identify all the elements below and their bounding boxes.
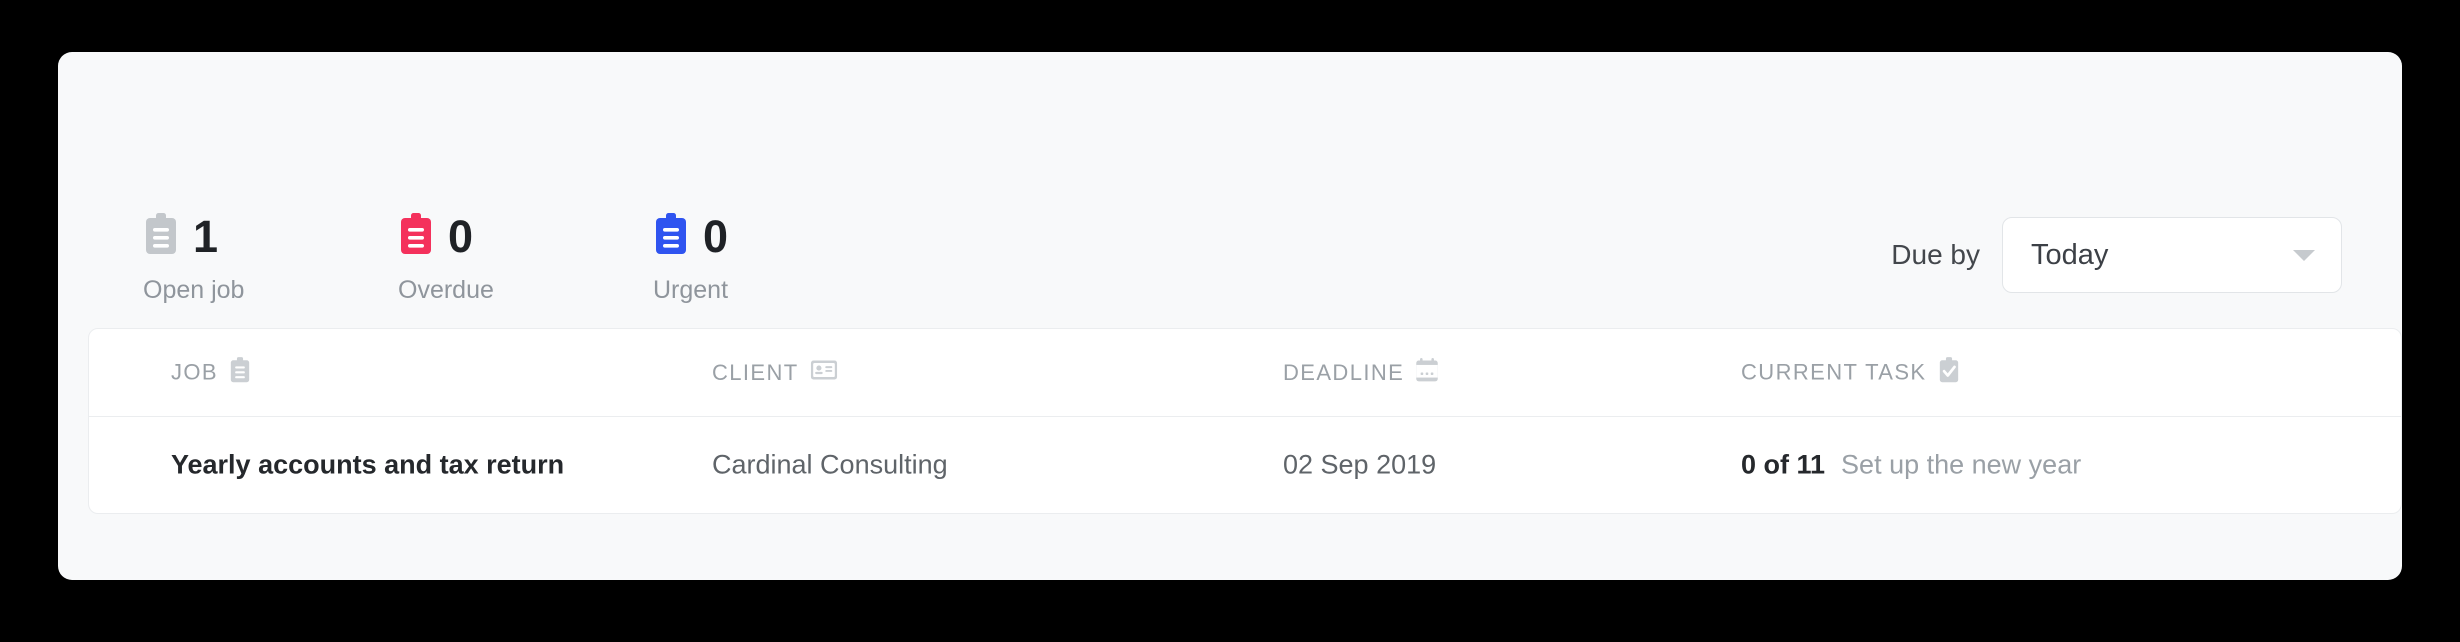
summary-bar: 1 Open job 0 Overdue 0 Urgent Due by Tod… <box>58 52 2402 320</box>
clipboard-icon <box>143 212 179 261</box>
column-header-deadline-label: DEADLINE <box>1283 359 1405 385</box>
stat-overdue-top: 0 <box>398 210 494 262</box>
column-header-job[interactable]: JOB <box>171 356 251 389</box>
stat-urgent: 0 Urgent <box>653 210 728 305</box>
stat-overdue-label: Overdue <box>398 276 494 304</box>
column-header-current-task-label: CURRENT TASK <box>1741 359 1927 385</box>
column-header-job-label: JOB <box>171 359 218 385</box>
column-header-deadline[interactable]: DEADLINE <box>1283 357 1439 389</box>
stat-open-job: 1 Open job <box>143 210 244 305</box>
id-card-icon <box>810 359 838 387</box>
stat-overdue-count: 0 <box>448 210 473 262</box>
chevron-down-icon <box>2293 249 2315 261</box>
clipboard-icon <box>398 212 434 261</box>
column-header-client[interactable]: CLIENT <box>712 359 838 387</box>
task-progress-count: 0 of 11 <box>1741 449 1826 480</box>
table-header-row: JOB CLIENT DEADLINE CURRENT TASK <box>89 329 2401 417</box>
clipboard-icon <box>229 356 251 389</box>
table-row[interactable]: Yearly accounts and tax return Cardinal … <box>89 417 2401 513</box>
stat-open-job-top: 1 <box>143 210 244 262</box>
stat-urgent-top: 0 <box>653 210 728 262</box>
stat-urgent-count: 0 <box>703 210 728 262</box>
stat-open-job-label: Open job <box>143 276 245 304</box>
column-header-client-label: CLIENT <box>712 359 799 385</box>
cell-client: Cardinal Consulting <box>712 449 948 480</box>
jobs-table: JOB CLIENT DEADLINE CURRENT TASK Yearly … <box>88 328 2402 514</box>
due-by-label: Due by <box>1891 239 1980 270</box>
cell-deadline: 02 Sep 2019 <box>1283 449 1437 480</box>
task-name: Set up the new year <box>1841 449 2082 480</box>
cell-job: Yearly accounts and tax return <box>171 449 565 480</box>
clipboard-icon <box>653 212 689 261</box>
due-by-control: Due by Today <box>1891 217 2342 293</box>
jobs-summary-card: 1 Open job 0 Overdue 0 Urgent Due by Tod… <box>58 52 2402 580</box>
due-by-selected-value: Today <box>2031 238 2109 271</box>
calendar-icon <box>1415 357 1439 389</box>
column-header-current-task[interactable]: CURRENT TASK <box>1741 356 1960 389</box>
stat-open-job-count: 1 <box>193 210 218 262</box>
cell-current-task: 0 of 11 Set up the new year <box>1741 450 2081 481</box>
due-by-select[interactable]: Today <box>2002 217 2342 293</box>
stat-overdue: 0 Overdue <box>398 210 494 305</box>
clipboard-check-icon <box>1938 356 1960 389</box>
stat-urgent-label: Urgent <box>653 276 729 304</box>
